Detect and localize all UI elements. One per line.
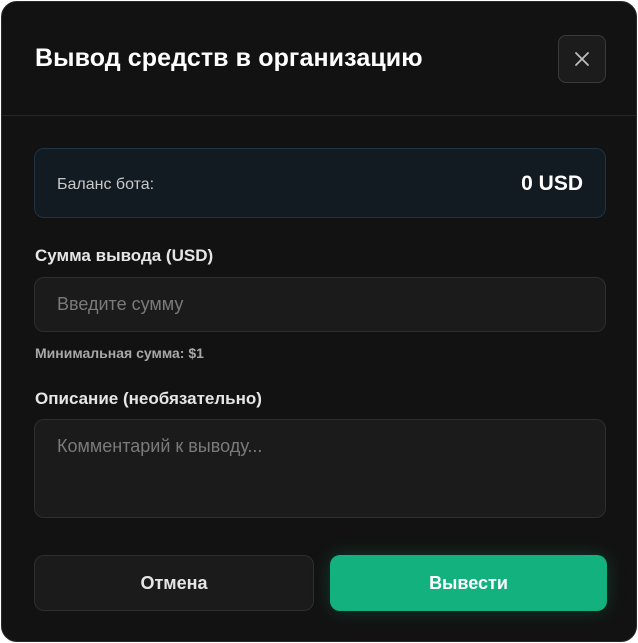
close-button[interactable] (558, 35, 606, 83)
balance-label: Баланс бота: (57, 176, 155, 193)
cancel-button[interactable]: Отмена (34, 555, 314, 611)
withdraw-modal: Вывод средств в организацию Баланс бота:… (1, 1, 637, 642)
description-label: Описание (необязательно) (35, 389, 262, 408)
modal-title: Вывод средств в организацию (35, 44, 423, 72)
balance-value: 0 USD (521, 172, 583, 195)
modal-header: Вывод средств в организацию (2, 2, 636, 116)
description-textarea[interactable] (34, 419, 606, 518)
withdraw-button[interactable]: Вывести (330, 555, 607, 611)
amount-input[interactable] (34, 277, 606, 332)
amount-label: Сумма вывода (USD) (35, 246, 214, 265)
close-icon (575, 52, 589, 66)
amount-hint: Минимальная сумма: $1 (35, 345, 204, 361)
balance-card: Баланс бота: 0 USD (34, 148, 606, 218)
